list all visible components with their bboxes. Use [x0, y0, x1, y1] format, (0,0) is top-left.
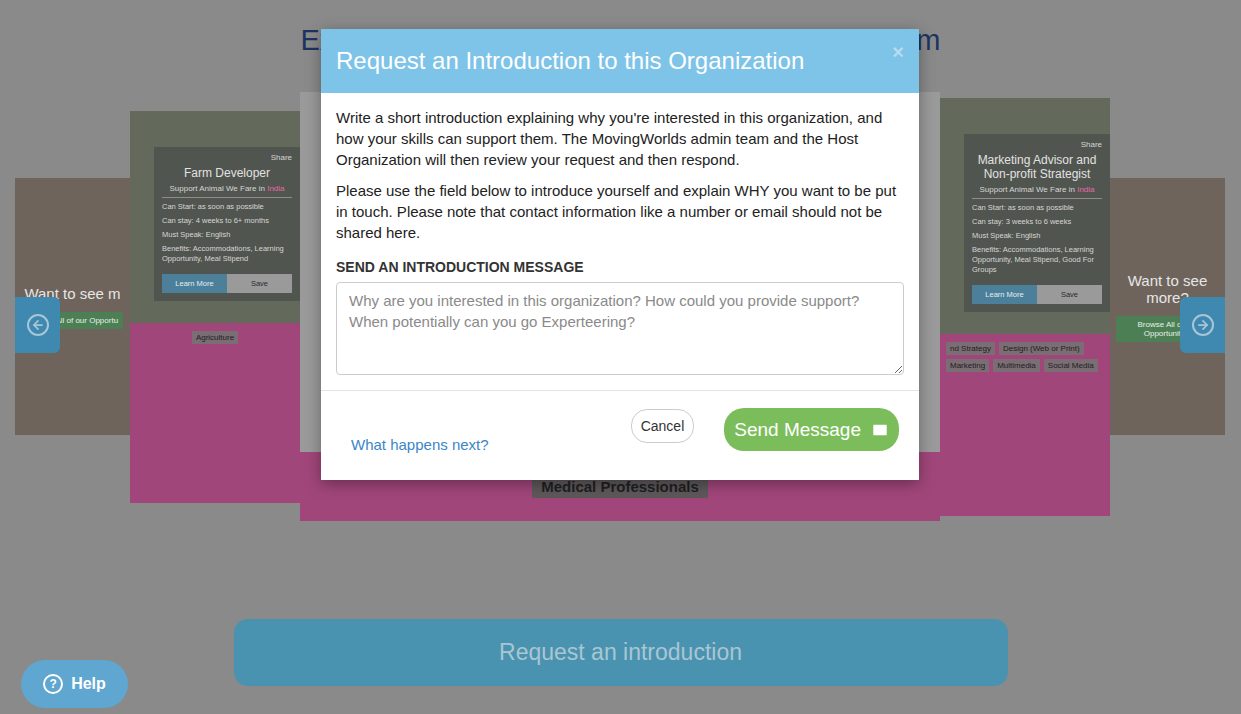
dialog-body: Write a short introduction explaining wh…	[321, 93, 919, 390]
opportunity-card[interactable]: Share Farm Developer Support Animal We Far…	[130, 111, 300, 503]
what-happens-next-link[interactable]: What happens next?	[351, 436, 489, 453]
close-button[interactable]: ×	[892, 41, 904, 64]
prev-button[interactable]	[15, 297, 60, 353]
card-info: Share Farm Developer Support Animal We Far…	[154, 147, 300, 301]
prev-ring	[27, 314, 49, 336]
next-ring	[1192, 314, 1214, 336]
card-detail: Can stay: 3 weeks to 6 weeks	[972, 217, 1102, 227]
arrow-left-icon	[31, 318, 45, 332]
send-message-button[interactable]: Send Message	[724, 408, 899, 451]
card-detail: Must Speak: English	[162, 230, 292, 240]
card-photo: Share Farm Developer Support Animal We Far…	[130, 111, 300, 323]
card-detail: Benefits: Accommodations, Learning Oppor…	[972, 245, 1102, 275]
card-organization: Support Animal We Fare in India	[162, 184, 292, 198]
card-title: Marketing Advisor and Non-profit Strateg…	[972, 153, 1102, 181]
card-tags: Agriculture	[130, 323, 300, 503]
card-country: India	[267, 184, 284, 193]
share-button[interactable]: Share	[1081, 140, 1102, 149]
request-introduction-button[interactable]: Request an introduction	[234, 619, 1008, 686]
opportunity-card[interactable]: Share Marketing Advisor and Non-profit St…	[940, 98, 1110, 516]
card-info: Share Marketing Advisor and Non-profit St…	[964, 134, 1110, 312]
card-title: Farm Developer	[162, 166, 292, 180]
card-organization: Support Animal We Fare in India	[972, 185, 1102, 199]
tag: nd Strategy	[946, 342, 995, 355]
card-button[interactable]: Learn More	[972, 285, 1037, 304]
next-button[interactable]	[1180, 297, 1225, 353]
card-buttons: Learn MoreSave	[972, 285, 1102, 304]
card-button[interactable]: Save	[227, 274, 292, 293]
card-buttons: Learn MoreSave	[162, 274, 292, 293]
card-button[interactable]: Learn More	[162, 274, 227, 293]
dialog-header: Request an Introduction to this Organiza…	[321, 29, 919, 93]
tag: Design (Web or Print)	[999, 342, 1084, 355]
dialog-paragraph: Write a short introduction explaining wh…	[336, 107, 904, 170]
tag: Agriculture	[192, 331, 238, 344]
card-detail: Benefits: Accommodations, Learning Oppor…	[162, 244, 292, 264]
card-photo: Share Marketing Advisor and Non-profit St…	[940, 98, 1110, 334]
card-tags: nd Strategy Design (Web or Print) Marketin…	[940, 334, 1110, 516]
heading-end: m	[916, 22, 940, 58]
tag: Social Media	[1044, 359, 1098, 372]
message-textarea[interactable]	[336, 282, 904, 375]
envelope-icon	[871, 421, 889, 439]
share-button[interactable]: Share	[271, 153, 292, 162]
card-detail: Must Speak: English	[972, 231, 1102, 241]
cancel-button[interactable]: Cancel	[631, 409, 695, 443]
card-detail: Can stay: 4 weeks to 6+ months	[162, 216, 292, 226]
page: ExmWant to see mBrowse All of our Opport…	[0, 0, 1241, 714]
card-detail: Can Start: as soon as possible	[162, 202, 292, 212]
dialog-paragraph: Please use the field below to introduce …	[336, 180, 904, 243]
tag: Marketing	[946, 359, 989, 372]
message-label: SEND AN INTRODUCTION MESSAGE	[336, 259, 904, 275]
dialog-footer: What happens next? Cancel Send Message	[321, 390, 919, 480]
card-button[interactable]: Save	[1037, 285, 1102, 304]
card-detail: Can Start: as soon as possible	[972, 203, 1102, 213]
tag: Multimedia	[993, 359, 1040, 372]
help-button[interactable]: ?Help	[21, 660, 128, 708]
help-icon: ?	[43, 674, 63, 694]
dialog-title: Request an Introduction to this Organiza…	[336, 47, 804, 75]
arrow-right-icon	[1196, 318, 1210, 332]
card-country: India	[1077, 185, 1094, 194]
introduction-dialog: Request an Introduction to this Organiza…	[321, 29, 919, 480]
